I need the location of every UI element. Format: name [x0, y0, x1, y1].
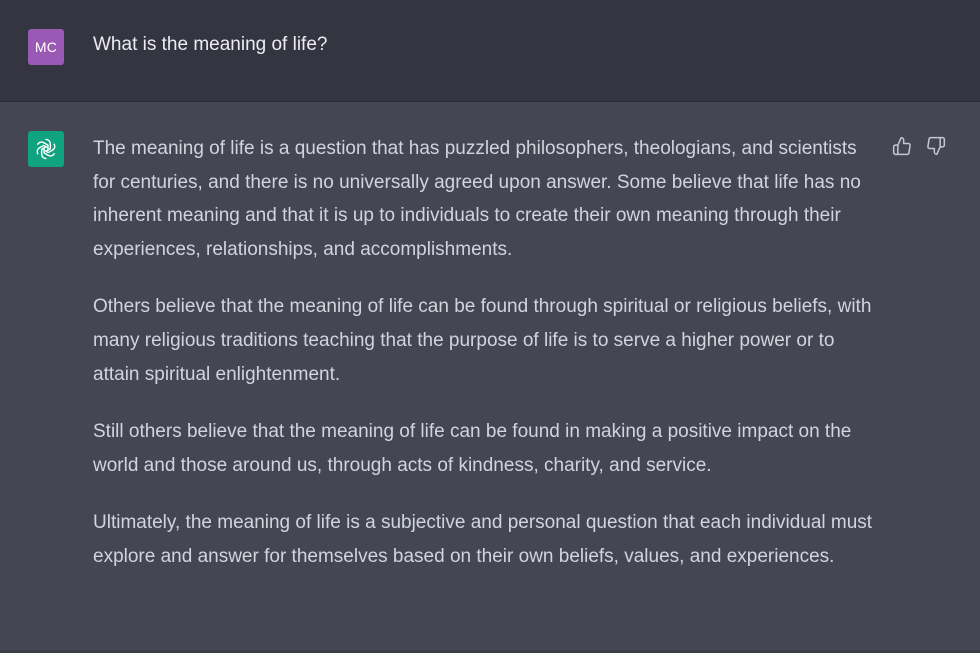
thumbs-down-icon	[927, 136, 946, 156]
thumbs-down-button[interactable]	[926, 136, 946, 156]
thumbs-up-button[interactable]	[892, 136, 912, 156]
assistant-avatar	[28, 131, 64, 167]
thumbs-up-icon	[892, 136, 911, 156]
assistant-message-row: The meaning of life is a question that h…	[0, 102, 980, 653]
answer-paragraph: Others believe that the meaning of life …	[93, 296, 872, 385]
assistant-message-text: The meaning of life is a question that h…	[93, 132, 883, 598]
openai-logo-icon	[36, 138, 56, 160]
feedback-buttons	[892, 136, 946, 156]
user-message-row: MC What is the meaning of life?	[0, 0, 980, 102]
user-initials: MC	[34, 39, 58, 55]
answer-paragraph: Ultimately, the meaning of life is a sub…	[93, 512, 873, 567]
user-avatar: MC	[28, 29, 64, 65]
user-message-text: What is the meaning of life?	[93, 34, 328, 55]
answer-paragraph: Still others believe that the meaning of…	[93, 421, 852, 476]
answer-paragraph: The meaning of life is a question that h…	[93, 138, 861, 260]
